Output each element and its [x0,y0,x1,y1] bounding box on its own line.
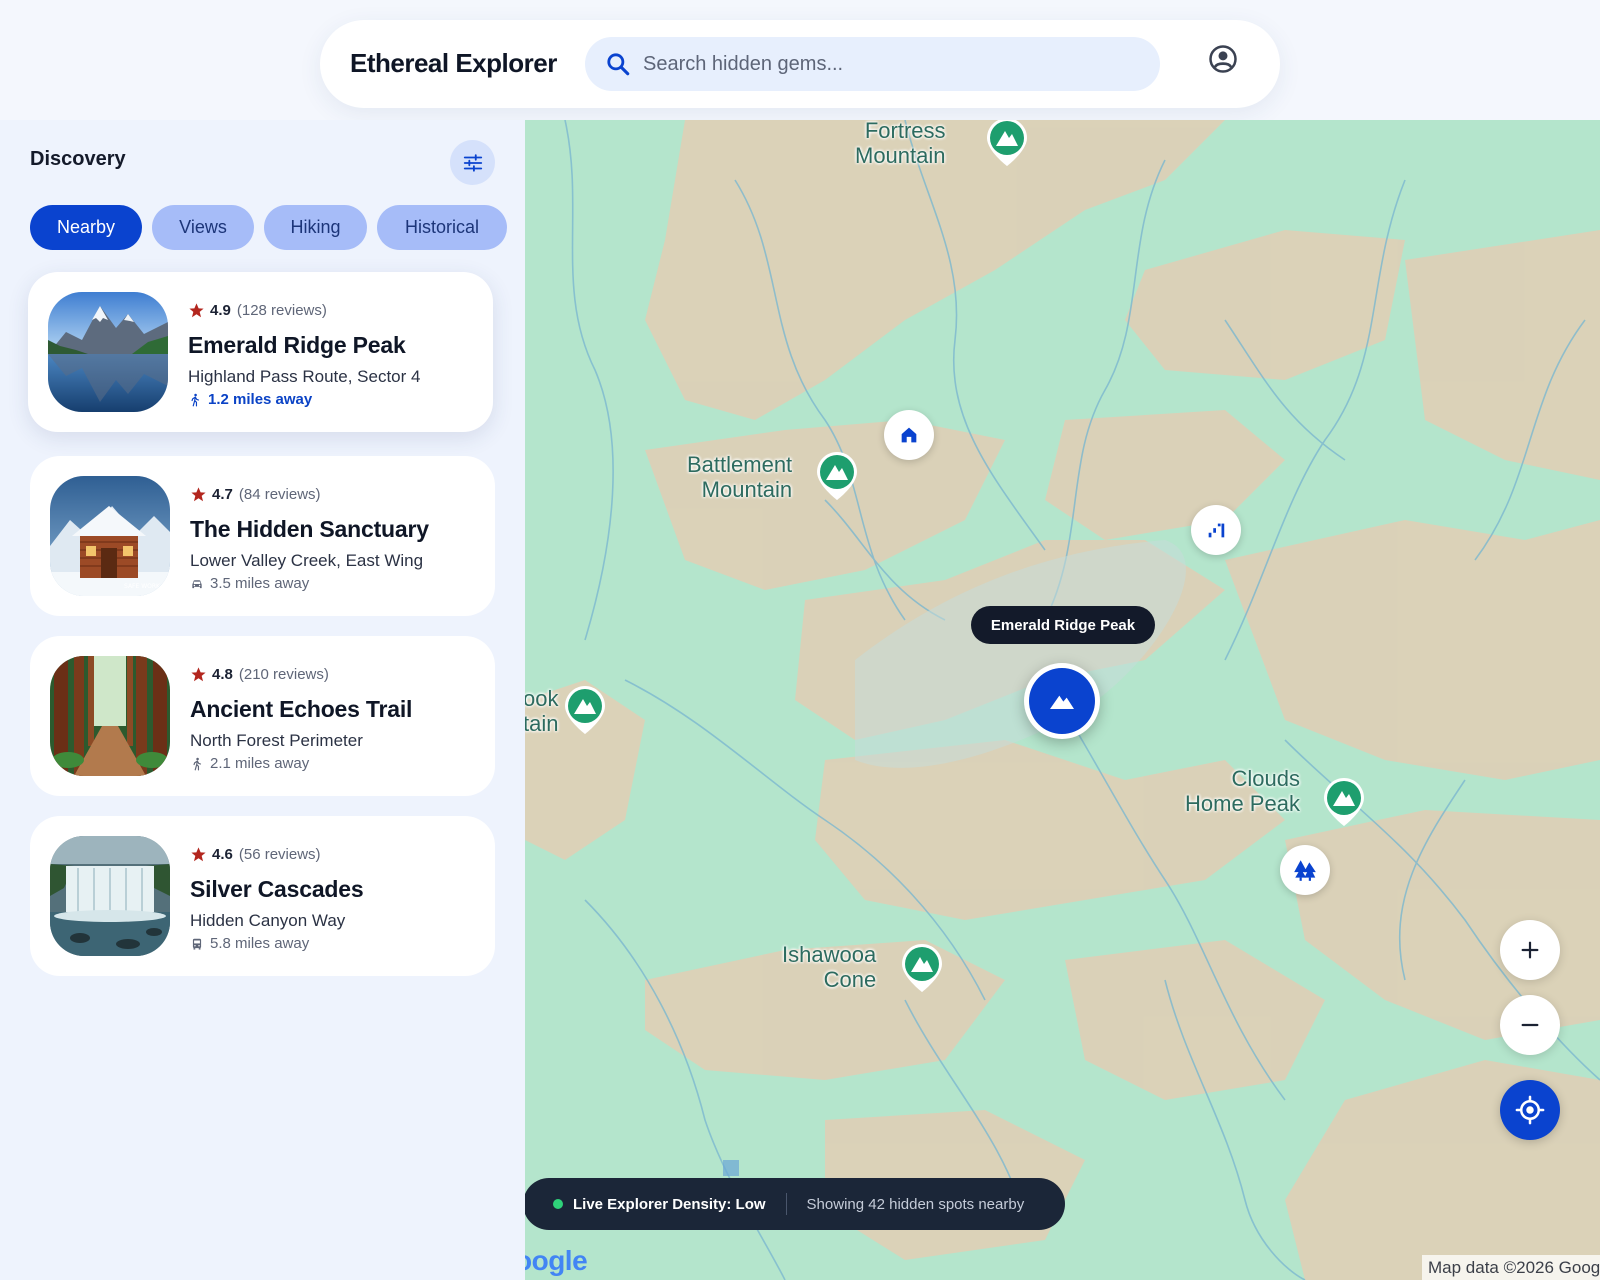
rating-value: 4.6 [212,845,233,863]
poi-marker-forest[interactable] [1280,845,1330,895]
walk-icon [191,393,200,406]
place-location: Lower Valley Creek, East Wing [190,551,424,570]
rating-value: 4.7 [212,485,233,503]
map-label-ishawooa-cone: Ishawooa Cone [782,942,877,992]
trees-icon [1294,860,1316,881]
my-location-button[interactable] [1500,1080,1560,1140]
peak-marker-icon[interactable] [815,450,859,502]
selected-marker-inner [1029,668,1095,734]
bus-icon [192,938,202,950]
sliders-icon [463,153,482,172]
car-icon [192,579,202,588]
plus-icon [1521,941,1539,959]
discovery-sidebar: Discovery Nearby Views Hiking Historical [0,120,525,1280]
place-location: Hidden Canyon Way [190,911,346,930]
poi-marker-stairs[interactable] [1191,505,1241,555]
svg-text:SAFE WORK: SAFE WORK [124,583,161,590]
place-card-hidden-sanctuary[interactable]: SAFE WORK 4.7 (84 reviews) The Hidden Sa… [30,456,495,616]
place-thumbnail: SAFE WORK [50,476,170,596]
google-logo: oogle [525,1245,588,1276]
star-icon [189,302,204,317]
status-indicator-dot [553,1199,563,1209]
minus-icon [1521,1023,1539,1027]
header: Ethereal Explorer [320,20,1280,108]
distance-text: 1.2 miles away [208,391,313,408]
selected-place-marker[interactable] [1024,663,1100,739]
map-view[interactable]: Fortress Mountain Battlement Mountain ook t… [525,120,1600,1280]
review-count: (84 reviews) [238,485,321,503]
chip-nearby[interactable]: Nearby [30,205,142,250]
peak-marker-icon[interactable] [900,942,944,994]
peak-marker-icon[interactable] [1322,776,1366,828]
peak-marker-icon[interactable] [563,684,607,736]
account-icon[interactable] [1208,44,1238,74]
rating: 4.7 (84 reviews) [190,484,321,504]
mountain-icon [1050,695,1074,709]
forest-path-image [50,656,170,776]
place-location: Highland Pass Route, Sector 4 [188,367,421,386]
map-label-clouds-home-peak: Clouds Home Peak [1185,766,1300,816]
place-thumbnail [48,292,168,412]
map-label-fortress-mountain: Fortress Mountain [855,120,946,168]
chip-views[interactable]: Views [152,205,254,250]
chip-historical[interactable]: Historical [377,205,507,250]
home-icon [901,427,917,443]
rating: 4.6 (56 reviews) [190,844,321,864]
place-distance: 5.8 miles away [190,935,309,952]
search-icon [607,53,630,76]
peak-marker-icon[interactable] [985,120,1029,168]
place-location: North Forest Perimeter [190,731,363,750]
density-status-bar: Live Explorer Density: Low Showing 42 hi… [525,1178,1065,1230]
status-divider [785,1193,787,1215]
poi-marker-home[interactable] [884,410,934,460]
place-distance: 1.2 miles away [188,391,312,408]
place-title: Ancient Echoes Trail [190,696,413,722]
search-input[interactable] [643,37,1143,91]
place-title: The Hidden Sanctuary [190,516,429,542]
walk-icon [193,757,202,770]
review-count: (56 reviews) [238,845,321,863]
cabin-image: SAFE WORK [50,476,170,596]
rating-value: 4.9 [210,301,231,319]
map-label-rook-mountain: ook tain [525,686,559,736]
distance-text: 2.1 miles away [210,755,310,772]
rating-value: 4.8 [212,665,233,683]
star-icon [191,486,206,501]
filter-button[interactable] [450,140,495,185]
app-title: Ethereal Explorer [350,48,557,78]
place-card-silver-cascades[interactable]: 4.6 (56 reviews) Silver Cascades Hidden … [30,816,495,976]
chip-hiking[interactable]: Hiking [264,205,367,250]
sidebar-title: Discovery [30,148,126,170]
place-title: Silver Cascades [190,876,364,902]
rating: 4.9 (128 reviews) [188,300,327,320]
star-icon [191,666,206,681]
mountain-lake-image [48,292,168,412]
review-count: (128 reviews) [236,301,327,319]
density-status: Live Explorer Density: Low [573,1195,766,1213]
zoom-out-button[interactable] [1500,995,1560,1055]
search-bar[interactable] [585,37,1160,91]
place-card-emerald-ridge-peak[interactable]: 4.9 (128 reviews) Emerald Ridge Peak Hig… [28,272,493,432]
review-count: (210 reviews) [238,665,329,683]
distance-text: 5.8 miles away [210,935,310,952]
star-icon [191,846,206,861]
place-distance: 2.1 miles away [190,755,309,772]
map-label-battlement-mountain: Battlement Mountain [687,452,793,502]
place-thumbnail [50,836,170,956]
map-attribution[interactable]: Map data ©2026 Google [1422,1255,1600,1280]
place-title: Emerald Ridge Peak [188,332,406,358]
place-thumbnail [50,656,170,776]
place-distance: 3.5 miles away [190,575,309,592]
crosshair-icon [1515,1095,1545,1125]
stairs-icon [1208,523,1225,538]
waterfall-image [50,836,170,956]
rating: 4.8 (210 reviews) [190,664,329,684]
selected-place-tooltip: Emerald Ridge Peak [971,606,1155,644]
place-card-ancient-echoes-trail[interactable]: 4.8 (210 reviews) Ancient Echoes Trail N… [30,636,495,796]
zoom-in-button[interactable] [1500,920,1560,980]
nearby-count: Showing 42 hidden spots nearby [806,1195,1025,1213]
top-bar: Ethereal Explorer [0,0,1600,120]
distance-text: 3.5 miles away [210,575,310,592]
